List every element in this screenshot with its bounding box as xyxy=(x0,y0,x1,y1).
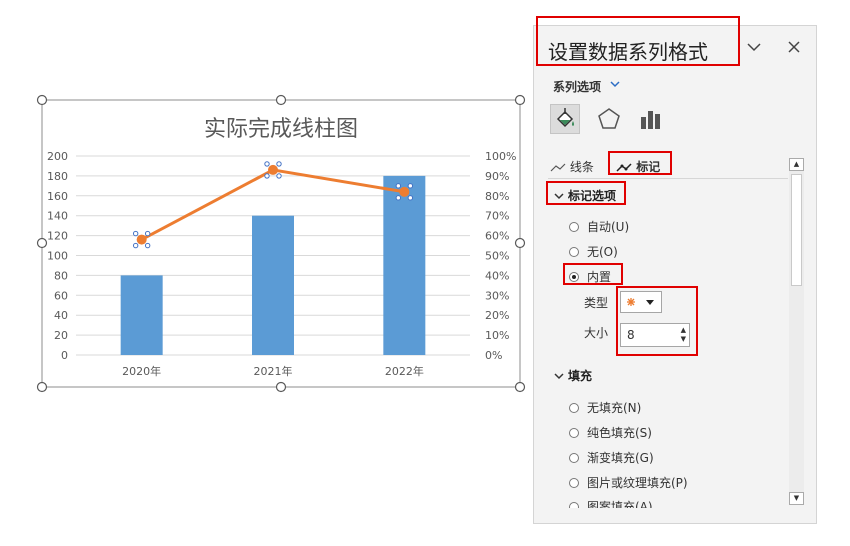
chart[interactable]: 实际完成线柱图 0 20 40 60 80 100 120 140 160 180 200 0% 10… xyxy=(0,0,533,546)
x-tick-label: 2021年 xyxy=(254,364,293,378)
y-left-tick-label: 20 xyxy=(54,329,68,342)
highlight-box-marker-options xyxy=(546,181,626,205)
y-left-tick-label: 160 xyxy=(47,190,68,203)
line-marker[interactable] xyxy=(268,164,278,175)
series-options-dropdown[interactable]: 系列选项 xyxy=(553,78,601,95)
y-right-tick-label: 60% xyxy=(485,230,509,243)
fill-radio-none[interactable]: 无填充(N) xyxy=(569,399,641,416)
marker-selection-handle[interactable] xyxy=(395,183,402,189)
x-tick-label: 2020年 xyxy=(122,364,161,378)
highlight-box-marker-tab xyxy=(608,151,672,175)
y-right-tick-label: 90% xyxy=(485,170,509,183)
y-left-tick-label: 120 xyxy=(47,230,68,243)
chart-resize-handle[interactable] xyxy=(275,381,287,393)
highlight-box-builtin xyxy=(563,263,623,285)
scroll-up-icon[interactable]: ▲ xyxy=(789,158,804,171)
y-left-tick-label: 80 xyxy=(54,269,68,282)
chart-resize-handle[interactable] xyxy=(275,94,287,106)
chevron-down-icon[interactable] xyxy=(746,38,762,57)
y-left-tick-label: 180 xyxy=(47,170,68,183)
line-marker[interactable] xyxy=(399,186,410,197)
x-tick-label: 2022年 xyxy=(385,364,424,378)
y-right-tick-label: 80% xyxy=(485,190,509,203)
bar[interactable] xyxy=(120,275,163,355)
bar-chart-icon[interactable] xyxy=(636,104,666,134)
marker-selection-handle[interactable] xyxy=(264,173,270,179)
marker-selection-handle[interactable] xyxy=(144,242,151,249)
marker-selection-handle[interactable] xyxy=(132,242,139,249)
y-left-tick-label: 40 xyxy=(54,309,68,322)
chart-resize-handle[interactable] xyxy=(514,237,526,249)
y-right-tick-label: 100% xyxy=(485,150,516,163)
marker-selection-handle[interactable] xyxy=(395,195,402,201)
tab-divider xyxy=(548,178,788,179)
y-right-tick-label: 0% xyxy=(485,349,502,362)
marker-selection-handle[interactable] xyxy=(132,230,139,237)
chart-resize-handle[interactable] xyxy=(514,94,526,106)
fill-radio-none-label: 无填充(N) xyxy=(587,401,642,415)
series-options-chevron-icon[interactable] xyxy=(610,78,620,91)
marker-selection-handle[interactable] xyxy=(144,230,151,237)
marker-radio-none[interactable]: 无(O) xyxy=(569,243,618,260)
pentagon-icon[interactable] xyxy=(594,104,624,134)
marker-selection-handle[interactable] xyxy=(276,161,282,167)
format-data-series-pane: 设置数据系列格式 系列选项 线条 标记 标记选项 自动(U) 无(O) 内置 类… xyxy=(533,16,817,524)
marker-selection-handle[interactable] xyxy=(276,173,282,179)
marker-radio-auto-label: 自动(U) xyxy=(587,220,630,234)
y-left-tick-label: 200 xyxy=(47,150,68,163)
y-right-tick-label: 10% xyxy=(485,329,509,342)
fill-radio-picture[interactable]: 图片或纹理填充(P) xyxy=(569,474,688,491)
y-left-tick-label: 100 xyxy=(47,250,68,263)
fill-radio-solid-label: 纯色填充(S) xyxy=(587,426,652,440)
y-right-tick-label: 30% xyxy=(485,289,509,302)
tab-line-label: 线条 xyxy=(569,160,594,174)
marker-radio-none-label: 无(O) xyxy=(587,245,618,259)
fill-radio-gradient[interactable]: 渐变填充(G) xyxy=(569,449,654,466)
fill-radio-pattern-label: 图案填充(A) xyxy=(587,500,653,508)
y-right-tick-label: 70% xyxy=(485,210,509,223)
y-right-tick-label: 40% xyxy=(485,269,509,282)
fill-header[interactable]: 填充 xyxy=(554,367,592,384)
highlight-box-type-size xyxy=(616,286,698,356)
scroll-down-icon[interactable]: ▼ xyxy=(789,492,804,505)
y-right-tick-label: 20% xyxy=(485,309,509,322)
highlight-box-title xyxy=(536,16,740,66)
marker-type-label: 类型 xyxy=(584,296,609,310)
marker-selection-handle[interactable] xyxy=(264,161,270,167)
fill-radio-solid[interactable]: 纯色填充(S) xyxy=(569,424,652,441)
y-left-tick-label: 60 xyxy=(54,289,68,302)
bar[interactable] xyxy=(383,175,426,355)
chart-resize-handle[interactable] xyxy=(36,237,48,249)
y-left-tick-label: 140 xyxy=(47,210,68,223)
tab-line[interactable]: 线条 xyxy=(550,158,594,175)
chart-resize-handle[interactable] xyxy=(36,94,48,106)
scroll-thumb[interactable] xyxy=(791,174,802,286)
marker-size-label: 大小 xyxy=(584,326,609,340)
bar[interactable] xyxy=(252,215,294,355)
marker-selection-handle[interactable] xyxy=(407,183,414,189)
marker-selection-handle[interactable] xyxy=(407,195,414,201)
y-right-tick-label: 50% xyxy=(485,250,509,263)
chart-title[interactable]: 实际完成线柱图 xyxy=(204,117,358,142)
marker-radio-auto[interactable]: 自动(U) xyxy=(569,218,629,235)
fill-label: 填充 xyxy=(568,369,593,383)
fill-radio-picture-label: 图片或纹理填充(P) xyxy=(587,476,688,490)
paint-bucket-icon[interactable] xyxy=(550,104,580,134)
chart-resize-handle[interactable] xyxy=(514,381,526,393)
close-icon[interactable] xyxy=(787,39,801,58)
y-left-tick-label: 0 xyxy=(61,349,68,362)
fill-radio-pattern[interactable]: 图案填充(A) xyxy=(569,498,653,508)
fill-radio-gradient-label: 渐变填充(G) xyxy=(587,451,654,465)
chart-resize-handle[interactable] xyxy=(36,381,48,393)
line-marker[interactable] xyxy=(136,234,147,245)
